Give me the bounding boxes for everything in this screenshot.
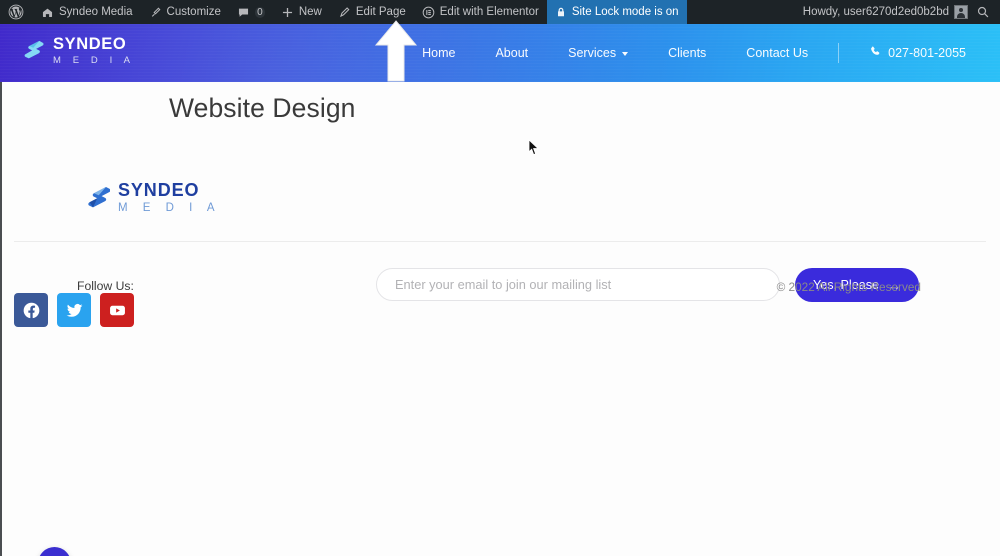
- header-logo-words: SYNDEO M E D I A: [53, 36, 135, 65]
- nav-item-services-label: Services: [568, 46, 617, 60]
- elementor-icon: [422, 6, 435, 19]
- wp-logo-menu[interactable]: [0, 0, 33, 24]
- search-icon: [976, 5, 990, 19]
- wp-admin-bar: Syndeo Media Customize 0 New Edit Page E…: [0, 0, 1000, 24]
- lock-icon: [555, 6, 567, 18]
- admin-bar-edit-page-label: Edit Page: [355, 6, 406, 18]
- social-link-facebook[interactable]: [14, 293, 48, 327]
- screenshot-root: Syndeo Media Customize 0 New Edit Page E…: [0, 0, 1000, 556]
- admin-bar-spacer: [687, 0, 795, 24]
- admin-bar-new-label: New: [298, 6, 322, 18]
- nav-item-contact-us[interactable]: Contact Us: [726, 46, 828, 60]
- page-title: Website Design: [169, 93, 356, 123]
- admin-bar-search[interactable]: [972, 0, 1000, 24]
- footer-logo-sub: M E D I A: [118, 202, 221, 214]
- comment-bubble-icon: [237, 6, 250, 19]
- admin-bar-edit-with-elementor[interactable]: Edit with Elementor: [414, 0, 547, 24]
- syndeo-logo-mark-icon: [88, 187, 110, 208]
- twitter-icon: [66, 303, 82, 317]
- admin-bar-customize-label: Customize: [166, 6, 221, 18]
- subscribe-section: SYNDEO M E D I A: [0, 176, 1000, 238]
- admin-bar-customize[interactable]: Customize: [141, 0, 229, 24]
- nav-item-clients-label: Clients: [668, 46, 707, 60]
- header-phone-number: 027-801-2055: [888, 46, 966, 60]
- mouse-cursor: [528, 139, 540, 156]
- youtube-icon: [109, 305, 125, 315]
- nav-item-home-label: Home: [422, 46, 456, 60]
- header-logo-sub: M E D I A: [53, 54, 135, 66]
- header-logo[interactable]: SYNDEO M E D I A: [22, 36, 135, 65]
- page-content: Website Design SYNDEO M E D I A Yes, Ple…: [0, 82, 1000, 556]
- footer-divider: [14, 241, 986, 242]
- nav-divider: [838, 43, 840, 63]
- copyright-text: © 2022 All Rights Reserved: [776, 280, 921, 294]
- phone-icon: [869, 45, 882, 61]
- admin-bar-new-content[interactable]: New: [273, 0, 330, 24]
- follow-us-label: Follow Us:: [77, 279, 134, 293]
- nav-item-clients[interactable]: Clients: [648, 46, 726, 60]
- footer-logo-name: SYNDEO: [118, 180, 200, 200]
- up-arrow-annotation-icon: [374, 20, 418, 82]
- admin-bar-site-lock-label: Site Lock mode is on: [571, 6, 679, 18]
- primary-nav: Home About Services Clients Contact Us 0…: [402, 24, 986, 82]
- left-edge-rule: [0, 82, 2, 556]
- admin-bar-howdy-label: Howdy, user6270d2ed0b2bd: [802, 6, 949, 18]
- nav-item-about-label: About: [495, 46, 529, 60]
- footer-logo-words: SYNDEO M E D I A: [118, 181, 221, 215]
- admin-bar-site-name[interactable]: Syndeo Media: [33, 0, 141, 24]
- wordpress-logo-icon: [8, 4, 24, 20]
- social-links: [14, 293, 134, 327]
- nav-item-about[interactable]: About: [475, 46, 548, 60]
- admin-bar-elementor-label: Edit with Elementor: [439, 6, 539, 18]
- header-logo-name: SYNDEO: [53, 35, 127, 53]
- chevron-down-icon: [622, 52, 629, 56]
- plus-icon: [281, 6, 294, 19]
- admin-bar-site-name-label: Syndeo Media: [59, 6, 133, 18]
- syndeo-logo-mark-icon: [24, 40, 44, 58]
- footer-logo[interactable]: SYNDEO M E D I A: [84, 181, 221, 215]
- admin-bar-my-account[interactable]: Howdy, user6270d2ed0b2bd: [795, 0, 972, 24]
- dashboard-house-icon: [41, 6, 54, 19]
- chat-widget-button[interactable]: [38, 547, 71, 556]
- social-link-youtube[interactable]: [100, 293, 134, 327]
- comment-count: 0: [254, 6, 265, 18]
- site-header: SYNDEO M E D I A Home About Services Cli…: [0, 24, 1000, 82]
- avatar: [954, 5, 968, 19]
- email-input[interactable]: [376, 268, 780, 301]
- nav-item-services[interactable]: Services: [548, 46, 648, 60]
- facebook-icon: [23, 302, 39, 318]
- header-phone-link[interactable]: 027-801-2055: [849, 45, 986, 61]
- admin-bar-comments[interactable]: 0: [229, 0, 273, 24]
- paintbrush-icon: [149, 6, 162, 19]
- pencil-icon: [338, 6, 351, 19]
- social-link-twitter[interactable]: [57, 293, 91, 327]
- nav-item-contact-us-label: Contact Us: [746, 46, 809, 60]
- admin-bar-site-lock[interactable]: Site Lock mode is on: [546, 0, 687, 24]
